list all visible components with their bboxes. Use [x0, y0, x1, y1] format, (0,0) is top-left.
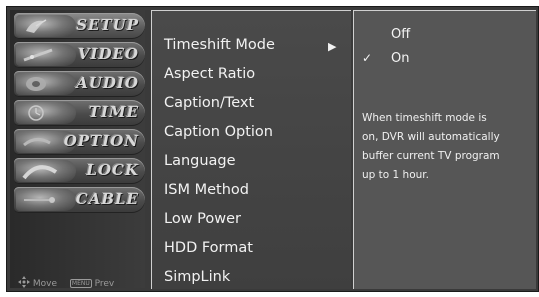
sidebar-item-label: CABLE: [75, 190, 139, 208]
move-arrows-icon: [18, 276, 30, 291]
sidebar-item-label: LOCK: [86, 161, 139, 179]
submenu-arrow-icon: ▶: [328, 40, 337, 53]
menu-key-icon: MENU: [69, 279, 92, 288]
sidebar-item-label: AUDIO: [76, 74, 139, 92]
lock-icon: [16, 160, 76, 182]
navigation-hint: Move MENU Prev: [18, 276, 114, 291]
sidebar-item-option[interactable]: OPTION: [14, 129, 145, 155]
menu-item-label: Language: [164, 153, 236, 169]
menu-item-label: Caption/Text: [164, 95, 255, 111]
menu-item-label: Aspect Ratio: [164, 66, 256, 82]
sidebar-item-label: OPTION: [63, 132, 139, 150]
option-label: On: [391, 51, 410, 66]
sidebar-item-label: TIME: [88, 103, 139, 121]
help-line: up to 1 hour.: [362, 169, 429, 181]
category-sidebar: SETUP VIDEO AUDIO TIME OPTION LOCK CABLE…: [10, 10, 145, 291]
option-on[interactable]: ✓ On: [354, 49, 536, 69]
sidebar-item-setup[interactable]: SETUP: [14, 13, 145, 39]
speaker-icon: [16, 73, 76, 95]
sidebar-item-label: VIDEO: [77, 45, 139, 63]
menu-item-label: HDD Format: [164, 240, 253, 256]
menu-item-timeshift-mode[interactable]: Timeshift Mode ▶: [152, 32, 351, 60]
video-icon: [16, 44, 76, 66]
timeshift-submenu-panel: Off ✓ On When timeshift mode is on, DVR …: [353, 10, 536, 289]
help-line: on, DVR will automatically: [362, 131, 500, 143]
help-line: When timeshift mode is: [362, 112, 487, 124]
menu-item-label: Low Power: [164, 211, 242, 227]
sidebar-item-video[interactable]: VIDEO: [14, 42, 145, 68]
option-off[interactable]: Off: [354, 25, 536, 45]
menu-item-language[interactable]: Language: [152, 148, 351, 176]
menu-item-label: SimpLink: [164, 269, 231, 285]
sidebar-item-time[interactable]: TIME: [14, 100, 145, 126]
menu-item-label: ISM Method: [164, 182, 249, 198]
menu-item-aspect-ratio[interactable]: Aspect Ratio: [152, 61, 351, 89]
clock-icon: [16, 102, 76, 124]
sidebar-item-cable[interactable]: CABLE: [14, 187, 145, 213]
help-line: buffer current TV program: [362, 150, 500, 162]
menu-item-ism-method[interactable]: ISM Method: [152, 177, 351, 205]
cable-icon: [16, 189, 76, 211]
move-hint-label: Move: [32, 279, 58, 289]
sidebar-item-label: SETUP: [76, 16, 139, 34]
sidebar-item-lock[interactable]: LOCK: [14, 158, 145, 184]
tv-menu-screen: SETUP VIDEO AUDIO TIME OPTION LOCK CABLE…: [6, 6, 539, 292]
satellite-dish-icon: [16, 15, 76, 37]
option-menu-list: Timeshift Mode ▶ Aspect Ratio Caption/Te…: [151, 10, 351, 289]
help-description: When timeshift mode is on, DVR will auto…: [362, 109, 532, 185]
menu-item-simplink[interactable]: SimpLink: [152, 264, 351, 292]
menu-item-label: Timeshift Mode: [164, 37, 275, 53]
menu-item-label: Caption Option: [164, 124, 273, 140]
checkmark-icon: ✓: [362, 51, 373, 65]
prev-hint-label: Prev: [94, 279, 115, 289]
menu-item-hdd-format[interactable]: HDD Format: [152, 235, 351, 263]
menu-item-low-power[interactable]: Low Power: [152, 206, 351, 234]
menu-item-caption-text[interactable]: Caption/Text: [152, 90, 351, 118]
menu-item-caption-option[interactable]: Caption Option: [152, 119, 351, 147]
option-label: Off: [391, 27, 411, 42]
sidebar-item-audio[interactable]: AUDIO: [14, 71, 145, 97]
